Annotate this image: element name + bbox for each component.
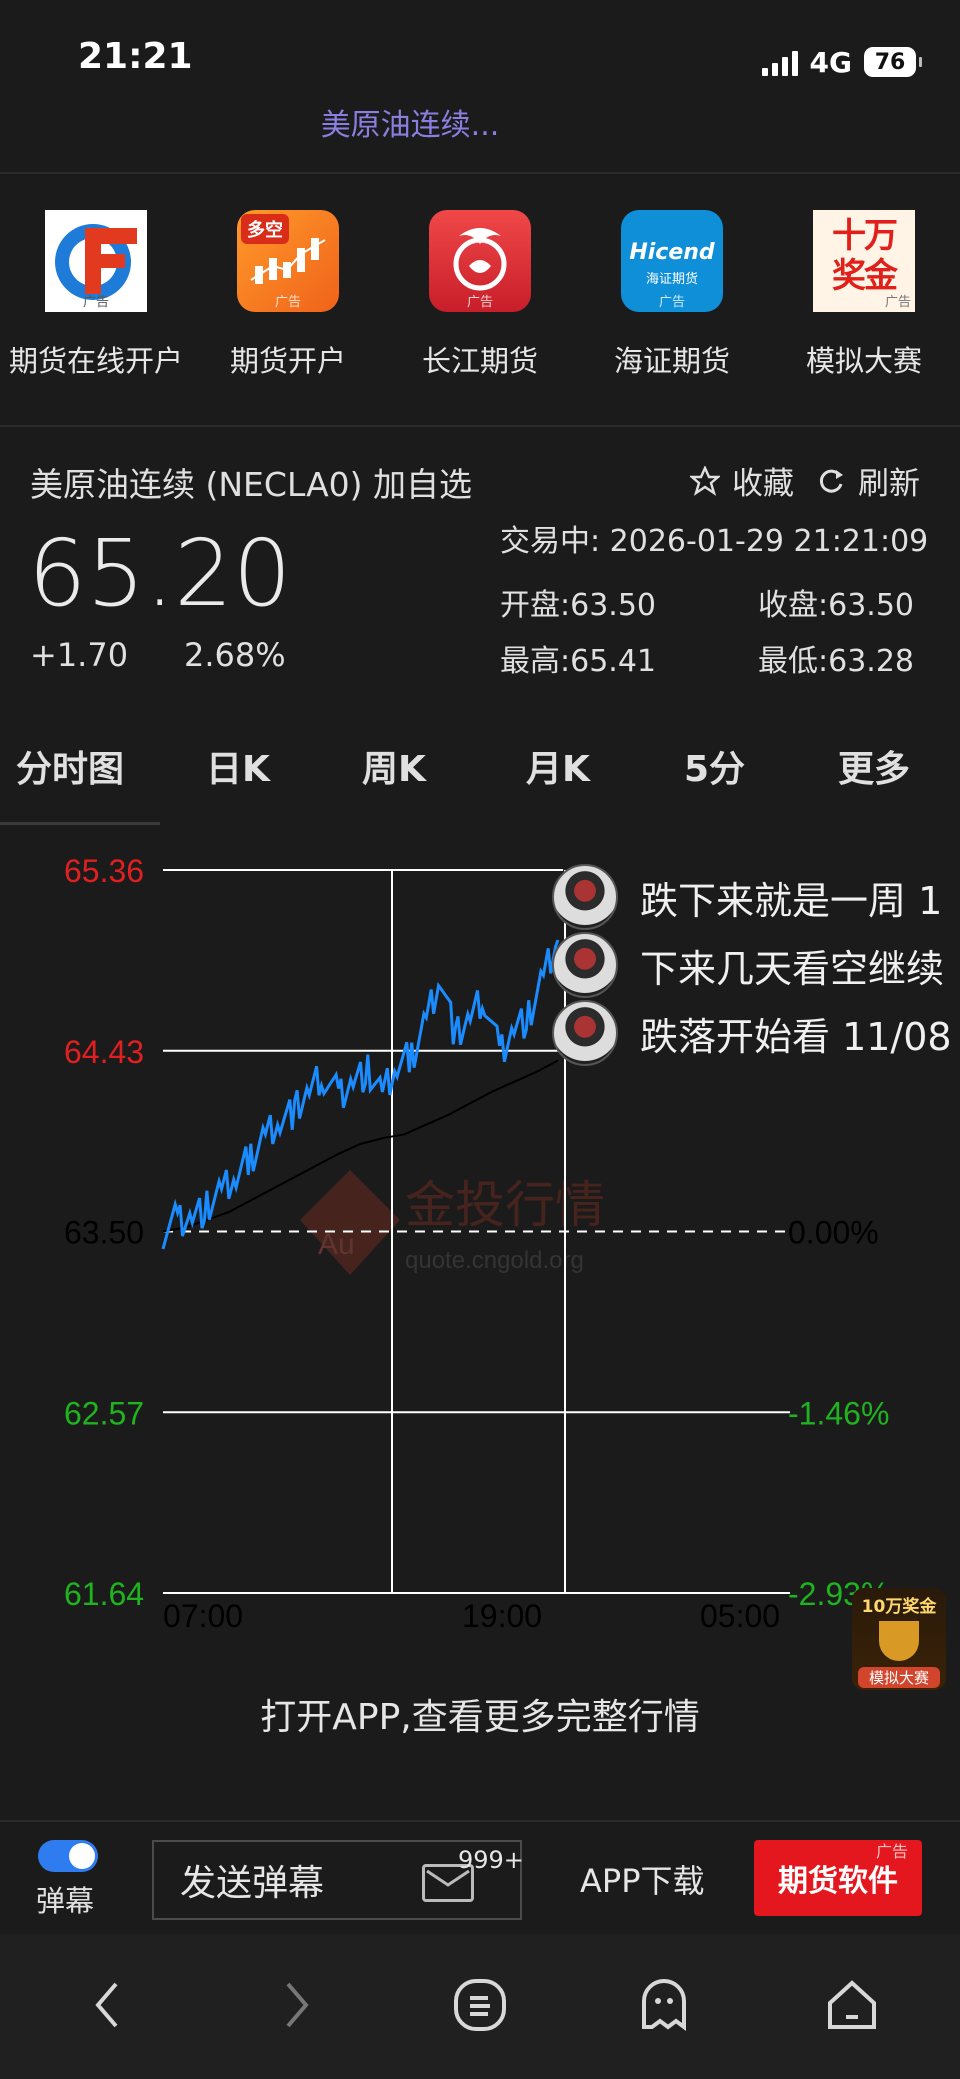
back-button[interactable] <box>68 1965 148 2045</box>
favorite-button[interactable]: 收藏 <box>690 458 794 503</box>
tab-intraday[interactable]: 分时图 <box>16 740 124 792</box>
ad-label: 期货在线开户 <box>8 344 183 378</box>
last-price: 65.20 <box>28 520 292 627</box>
instrument-title[interactable]: 美原油连续 (NECLA0) 加自选 <box>30 458 472 506</box>
avatar <box>552 932 618 998</box>
chevron-left-icon <box>95 1982 118 2028</box>
danmu-item: 跌下来就是一周 1 <box>552 864 942 930</box>
ad-label: 长江期货 <box>421 344 538 378</box>
candlestick-logo-icon: 多空 广告 <box>237 210 339 312</box>
status-indicators: 4G 76 <box>761 42 922 82</box>
prize-logo-icon: 十万奖金 广告 <box>813 210 915 312</box>
tab-daily-k[interactable]: 日K <box>206 740 270 792</box>
price-change: +1.70 <box>30 636 129 674</box>
tab-monthly-k[interactable]: 月K <box>526 740 590 792</box>
trophy-icon <box>879 1621 919 1661</box>
menu-button[interactable] <box>440 1965 520 2045</box>
ghost-button[interactable] <box>624 1965 704 2045</box>
y-tick-label-right: 0.00% <box>788 1215 879 1251</box>
mail-count-badge: 999+ <box>458 1846 524 1874</box>
home-button[interactable] <box>812 1965 892 2045</box>
battery-icon: 76 <box>864 47 922 77</box>
x-tick-label: 05:00 <box>700 1598 780 1634</box>
tab-indicator <box>0 822 160 825</box>
x-tick-label: 19:00 <box>462 1598 542 1634</box>
open-price: 开盘:63.50 <box>500 588 656 623</box>
tab-5min[interactable]: 5分 <box>684 740 745 792</box>
divider <box>0 425 960 427</box>
ad-tag: 广告 <box>876 1842 909 1861</box>
signal-icon <box>761 48 798 76</box>
watermark-subtext: quote.cngold.org <box>405 1247 584 1274</box>
ad-futures-online[interactable]: 广告 期货在线开户 <box>0 210 192 380</box>
close-price: 收盘:63.50 <box>758 588 914 623</box>
ad-simulation-contest[interactable]: 十万奖金 广告 模拟大赛 <box>768 210 960 380</box>
avatar <box>552 1000 618 1066</box>
trade-status: 交易中: 2026-01-29 21:21:09 <box>500 524 929 559</box>
app-download-link[interactable]: APP下载 <box>580 1856 705 1902</box>
changjiang-logo-icon: 广告 <box>429 210 531 312</box>
open-app-hint[interactable]: 打开APP,查看更多完整行情 <box>0 1688 960 1740</box>
refresh-icon <box>819 469 843 493</box>
y-tick-label: 61.64 <box>64 1576 144 1612</box>
x-tick-label: 07:00 <box>163 1598 243 1634</box>
page-title: 美原油连续... <box>320 108 500 143</box>
danmu-toggle[interactable] <box>38 1840 98 1872</box>
danmu-item: 跌落开始看 11/08 <box>552 1000 952 1066</box>
menu-icon <box>454 1979 506 2031</box>
network-type: 4G <box>809 45 852 79</box>
low-price: 最低:63.28 <box>758 644 914 679</box>
ad-label: 期货开户 <box>229 344 346 378</box>
watermark-text: 金投行情 <box>405 1176 605 1234</box>
home-icon <box>828 1980 876 2029</box>
danmu-item: 下来几天看空继续 <box>552 932 944 998</box>
ad-label: 模拟大赛 <box>805 344 922 378</box>
hicend-logo-icon: Hicend 海证期货 广告 <box>621 210 723 312</box>
avatar <box>552 864 618 930</box>
y-tick-label: 64.43 <box>64 1034 144 1070</box>
refresh-button[interactable]: 刷新 <box>816 458 920 503</box>
star-icon <box>690 465 720 496</box>
status-time: 21:21 <box>78 36 193 77</box>
y-tick-label: 65.36 <box>64 853 144 889</box>
divider <box>0 172 960 174</box>
watermark: Au 金投行情 quote.cngold.org <box>300 1170 605 1275</box>
y-tick-label: 62.57 <box>64 1395 144 1431</box>
ad-changjiang-futures[interactable]: 广告 长江期货 <box>384 210 576 380</box>
forward-button[interactable] <box>256 1965 336 2045</box>
y-tick-label: 63.50 <box>64 1215 144 1251</box>
tab-more[interactable]: 更多 <box>838 740 910 792</box>
futures-online-logo-icon: 广告 <box>45 210 147 312</box>
quote-actions: 收藏 刷新 <box>690 458 920 503</box>
ad-hicend-futures[interactable]: Hicend 海证期货 广告 海证期货 <box>576 210 768 380</box>
price-change-percent: 2.68% <box>184 636 286 674</box>
ghost-icon <box>642 1979 686 2031</box>
tab-weekly-k[interactable]: 周K <box>362 740 426 792</box>
ad-futures-account[interactable]: 多空 广告 期货开户 <box>192 210 384 380</box>
danmu-toggle-label: 弹幕 <box>36 1884 95 1918</box>
contest-promo-chip[interactable]: 10万奖金 模拟大赛 <box>852 1588 946 1690</box>
ad-label: 海证期货 <box>613 344 730 378</box>
watermark-logo: Au <box>318 1228 355 1261</box>
chevron-right-icon <box>286 1982 309 2028</box>
y-tick-label-right: -1.46% <box>788 1395 889 1431</box>
high-price: 最高:65.41 <box>500 644 656 679</box>
